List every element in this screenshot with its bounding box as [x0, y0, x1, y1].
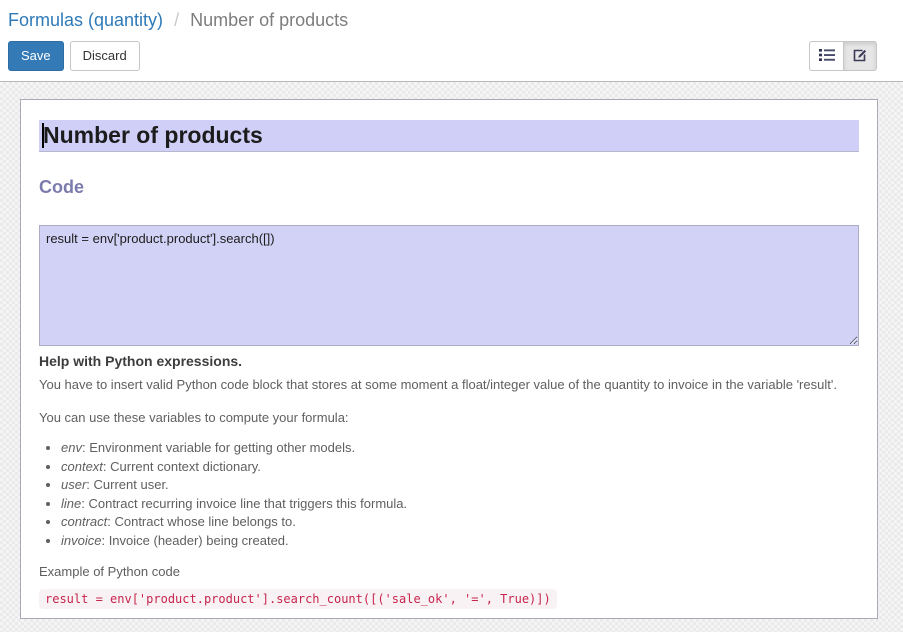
variable-name: line [61, 496, 81, 511]
form-view-background: Code result = env['product.product'].sea… [0, 82, 903, 632]
variable-name: contract [61, 514, 107, 529]
save-button[interactable]: Save [8, 41, 64, 71]
variable-name: user [61, 477, 86, 492]
help-block: Help with Python expressions. You have t… [39, 353, 859, 609]
breadcrumb-separator: / [174, 10, 179, 30]
variables-list: env: Environment variable for getting ot… [61, 441, 859, 548]
variable-description: : Contract whose line belongs to. [107, 514, 296, 529]
odoo-backend-screen: Formulas (quantity) / Number of products… [0, 0, 903, 632]
section-heading-code: Code [39, 177, 859, 198]
form-view-button[interactable] [843, 41, 877, 71]
form-sheet: Code result = env['product.product'].sea… [20, 99, 878, 619]
list-item: context: Current context dictionary. [61, 460, 859, 474]
variable-description: : Invoice (header) being created. [101, 533, 288, 548]
text-caret [42, 123, 44, 148]
discard-button[interactable]: Discard [70, 41, 140, 71]
list-item: user: Current user. [61, 478, 859, 492]
record-title-input[interactable] [39, 120, 859, 152]
help-heading: Help with Python expressions. [39, 353, 859, 369]
help-intro: You have to insert valid Python code blo… [39, 376, 859, 395]
code-textarea[interactable]: result = env['product.product'].search([… [39, 225, 859, 346]
edit-pencil-icon [852, 47, 868, 66]
list-icon [819, 48, 835, 65]
record-title-field-wrap [39, 120, 859, 152]
variable-description: : Contract recurring invoice line that t… [81, 496, 407, 511]
breadcrumb: Formulas (quantity) / Number of products [0, 0, 903, 39]
list-item: env: Environment variable for getting ot… [61, 441, 859, 455]
toolbar: Save Discard [0, 39, 903, 71]
list-view-button[interactable] [809, 41, 843, 71]
list-item: contract: Contract whose line belongs to… [61, 515, 859, 529]
variable-description: : Current context dictionary. [103, 459, 261, 474]
variable-description: : Current user. [86, 477, 168, 492]
variable-name: context [61, 459, 103, 474]
list-item: line: Contract recurring invoice line th… [61, 497, 859, 511]
example-label: Example of Python code [39, 564, 859, 579]
control-panel: Formulas (quantity) / Number of products… [0, 0, 903, 82]
view-switcher [809, 41, 877, 71]
variable-name: env [61, 440, 82, 455]
list-item: invoice: Invoice (header) being created. [61, 534, 859, 548]
breadcrumb-current: Number of products [190, 10, 348, 30]
help-variables-label: You can use these variables to compute y… [39, 409, 859, 428]
breadcrumb-parent-link[interactable]: Formulas (quantity) [8, 10, 163, 30]
variable-name: invoice [61, 533, 101, 548]
example-code-snippet: result = env['product.product'].search_c… [39, 589, 557, 609]
variable-description: : Environment variable for getting other… [82, 440, 355, 455]
